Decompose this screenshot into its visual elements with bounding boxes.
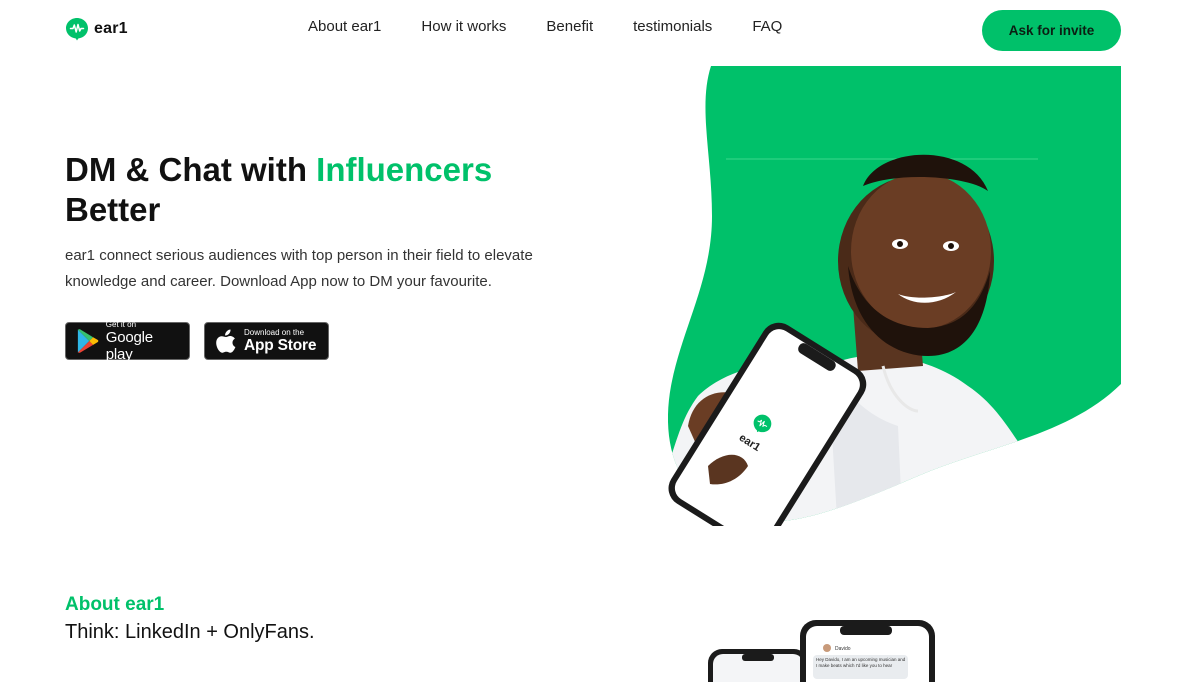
nav-link-how-it-works[interactable]: How it works xyxy=(421,18,506,35)
hero-description: ear1 connect serious audiences with top … xyxy=(65,247,533,290)
apple-icon xyxy=(216,329,236,353)
hero-influencer-image: ear1 xyxy=(668,66,1121,526)
nav-link-about[interactable]: About ear1 xyxy=(308,18,381,35)
about-phones-image: Davido Hey Davido, I am an upcoming musi… xyxy=(708,620,935,682)
nav-link-benefit[interactable]: Benefit xyxy=(546,18,593,35)
google-play-text: Get it on Google play xyxy=(106,320,180,363)
google-play-big-label: Google play xyxy=(105,328,153,363)
hero-title-accent: Influencers xyxy=(316,151,493,188)
nav-link-testimonials[interactable]: testimonials xyxy=(633,18,712,35)
main-nav: About ear1 How it works Benefit testimon… xyxy=(308,18,782,35)
app-store-big-label: App Store xyxy=(244,337,317,354)
google-play-button[interactable]: Get it on Google play xyxy=(65,320,190,363)
about-tagline: Think: LinkedIn + OnlyFans. xyxy=(65,621,315,643)
app-store-small-label: Download on the xyxy=(244,328,305,337)
hero-title-part1: DM & Chat with xyxy=(65,151,317,188)
top-navigation: ear1 About ear1 How it works Benefit tes… xyxy=(0,0,1188,60)
chat-contact-name: Davido xyxy=(835,646,851,652)
nav-link-faq[interactable]: FAQ xyxy=(752,18,782,35)
hero-title: DM & Chat with Influencers Better xyxy=(65,150,585,230)
brand-name: ear1 xyxy=(94,20,128,37)
google-play-icon xyxy=(77,329,99,353)
app-store-text: Download on the App Store xyxy=(244,328,316,354)
ear1-logo-icon xyxy=(66,18,88,41)
hero-title-part2: Better xyxy=(65,191,161,228)
brand-logo[interactable]: ear1 xyxy=(65,17,128,41)
about-section-heading: About ear1 xyxy=(65,594,165,615)
chat-message-preview: Hey Davido, I am an upcoming musician an… xyxy=(816,657,906,668)
ask-for-invite-button[interactable]: Ask for invite xyxy=(982,10,1121,51)
app-store-button[interactable]: Download on the App Store xyxy=(204,322,329,360)
google-play-small-label: Get it on xyxy=(105,319,137,329)
